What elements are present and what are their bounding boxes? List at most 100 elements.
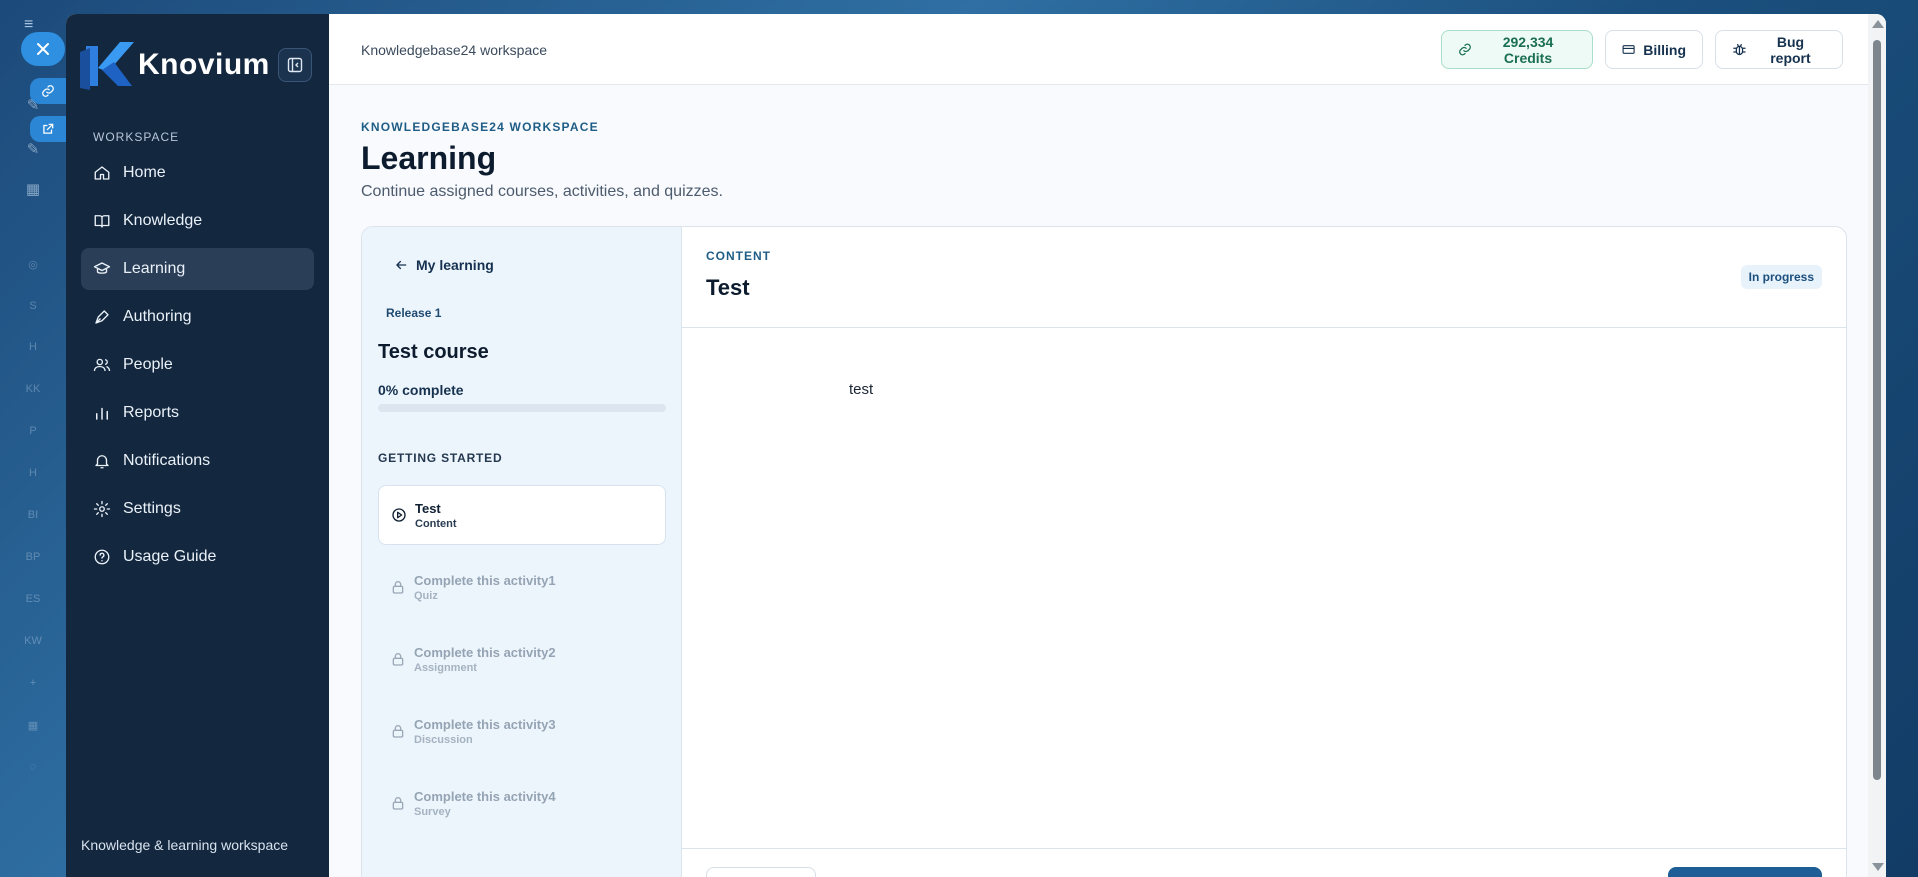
lesson-type: Survey [414, 805, 451, 818]
link-icon [1459, 43, 1471, 56]
lesson-title: Test [415, 500, 441, 516]
lesson-item[interactable]: Complete this activity1 Quiz [378, 557, 666, 617]
billing-button[interactable]: Billing [1605, 30, 1703, 69]
page-eyebrow: KNOWLEDGEBASE24 WORKSPACE [361, 120, 599, 134]
previous-button[interactable] [706, 867, 816, 877]
app-window: Knovium WORKSPACE Home Knowledge Learnin… [66, 14, 1886, 877]
lesson-type: Assignment [414, 661, 477, 674]
sidebar-footer-text: Knowledge & learning workspace [81, 837, 289, 853]
lesson-type: Content [415, 517, 457, 530]
release-label: Release 1 [386, 306, 442, 320]
status-badge: In progress [1740, 265, 1822, 289]
ghost-icon: ◌ [29, 761, 37, 773]
content-pane: CONTENT Test In progress test [682, 227, 1846, 877]
progress-text: 0% complete [378, 382, 464, 398]
graduation-cap-icon [93, 262, 111, 274]
sidebar-item-authoring[interactable]: Authoring [81, 296, 314, 338]
close-icon [37, 43, 49, 55]
pen-tool-icon [95, 310, 109, 324]
ghost-icon: + [29, 677, 37, 689]
sidebar-item-home[interactable]: Home [81, 152, 314, 194]
arrow-left-icon [396, 260, 407, 270]
sidebar-item-people[interactable]: People [81, 344, 314, 386]
home-icon [94, 166, 110, 180]
lesson-item[interactable]: Complete this activity4 Survey [378, 773, 666, 833]
book-icon [94, 215, 110, 228]
content-header: CONTENT Test In progress [682, 227, 1846, 328]
calendar-icon: ▦ [25, 181, 41, 198]
ghost-icon: ▦ [27, 720, 39, 732]
ghost-icon: H [29, 467, 37, 479]
ghost-icon: KW [24, 635, 42, 647]
topbar: Knowledgebase24 workspace 292,334 Credit… [329, 14, 1886, 85]
scrollbar-thumb[interactable] [1873, 40, 1881, 780]
sidebar-item-label: Home [123, 164, 166, 181]
content-eyebrow: CONTENT [706, 249, 771, 263]
link-icon [42, 85, 54, 97]
progress-bar [378, 404, 666, 412]
edit-icon: ✎ [26, 97, 40, 114]
external-link-icon [43, 123, 54, 134]
main-area: Knowledgebase24 workspace 292,334 Credit… [329, 14, 1886, 877]
course-outline: My learning Release 1 Test course 0% com… [362, 227, 682, 877]
help-circle-icon [94, 549, 110, 565]
ghost-icon: ES [25, 593, 41, 605]
credit-card-icon [1622, 45, 1635, 54]
ghost-icon: ◎ [28, 259, 38, 271]
background-rail: ≡ ✎ ✎ ▦ ◎ S H KK P H BI BP ES KW + ▦ ◌ [0, 0, 66, 877]
page-header: KNOWLEDGEBASE24 WORKSPACE Learning Conti… [361, 120, 723, 201]
bell-icon [95, 455, 109, 469]
back-to-my-learning-link[interactable]: My learning [394, 257, 494, 273]
logo-mark-icon [80, 38, 146, 92]
sidebar-item-label: People [123, 356, 173, 373]
sidebar-item-label: Reports [123, 404, 180, 421]
close-button[interactable] [21, 32, 65, 66]
sidebar-item-usage-guide[interactable]: Usage Guide [81, 536, 314, 578]
bug-report-button[interactable]: Bug report [1715, 30, 1843, 69]
sidebar-item-knowledge[interactable]: Knowledge [81, 200, 314, 242]
logo[interactable]: Knovium [80, 38, 270, 92]
external-link-chip[interactable] [30, 116, 66, 142]
workspace-name: Knowledgebase24 workspace [361, 42, 548, 58]
sidebar-item-label: Notifications [123, 452, 211, 469]
back-label: My learning [416, 257, 494, 273]
sidebar-collapse-icon [287, 57, 303, 73]
lesson-item[interactable]: Complete this activity3 Discussion [378, 701, 666, 761]
page-title: Learning [361, 140, 497, 176]
sidebar-item-label: Learning [123, 260, 186, 277]
scroll-up-arrow-icon[interactable] [1872, 20, 1884, 28]
learning-card: My learning Release 1 Test course 0% com… [361, 226, 1847, 877]
content-footer [682, 848, 1846, 877]
bar-chart-icon [96, 407, 108, 420]
section-label: GETTING STARTED [378, 451, 503, 465]
sidebar-item-label: Authoring [123, 308, 192, 325]
lesson-type: Quiz [414, 589, 438, 602]
lesson-item[interactable]: Complete this activity2 Assignment [378, 629, 666, 689]
lesson-item[interactable]: Test Content [378, 485, 666, 545]
next-button[interactable] [1668, 867, 1822, 877]
sidebar: Knovium WORKSPACE Home Knowledge Learnin… [66, 14, 329, 877]
sidebar-item-reports[interactable]: Reports [81, 392, 314, 434]
sidebar-item-settings[interactable]: Settings [81, 488, 314, 530]
credits-button[interactable]: 292,334 Credits [1441, 30, 1593, 69]
content-body: test [849, 381, 874, 398]
sidebar-nav: Home Knowledge Learning Authoring People… [81, 152, 314, 584]
scroll-down-arrow-icon[interactable] [1872, 863, 1884, 871]
lesson-type: Discussion [414, 733, 473, 746]
content-title: Test [706, 275, 750, 300]
sidebar-item-notifications[interactable]: Notifications [81, 440, 314, 482]
sidebar-item-learning[interactable]: Learning [81, 248, 314, 290]
scrollbar[interactable] [1868, 14, 1886, 877]
menu-icon[interactable]: ≡ [24, 17, 42, 33]
lesson-title: Complete this activity4 [414, 788, 556, 804]
bug-icon [1733, 43, 1746, 56]
billing-label: Billing [1643, 41, 1686, 58]
lesson-title: Complete this activity3 [414, 716, 556, 732]
collapse-sidebar-button[interactable] [278, 48, 312, 82]
lesson-title: Complete this activity2 [414, 644, 556, 660]
gear-icon [93, 500, 111, 518]
credits-label: 292,334 Credits [1502, 33, 1554, 66]
ghost-icon: S [29, 300, 37, 312]
lesson-title: Complete this activity1 [414, 572, 556, 588]
lock-icon [392, 581, 404, 594]
